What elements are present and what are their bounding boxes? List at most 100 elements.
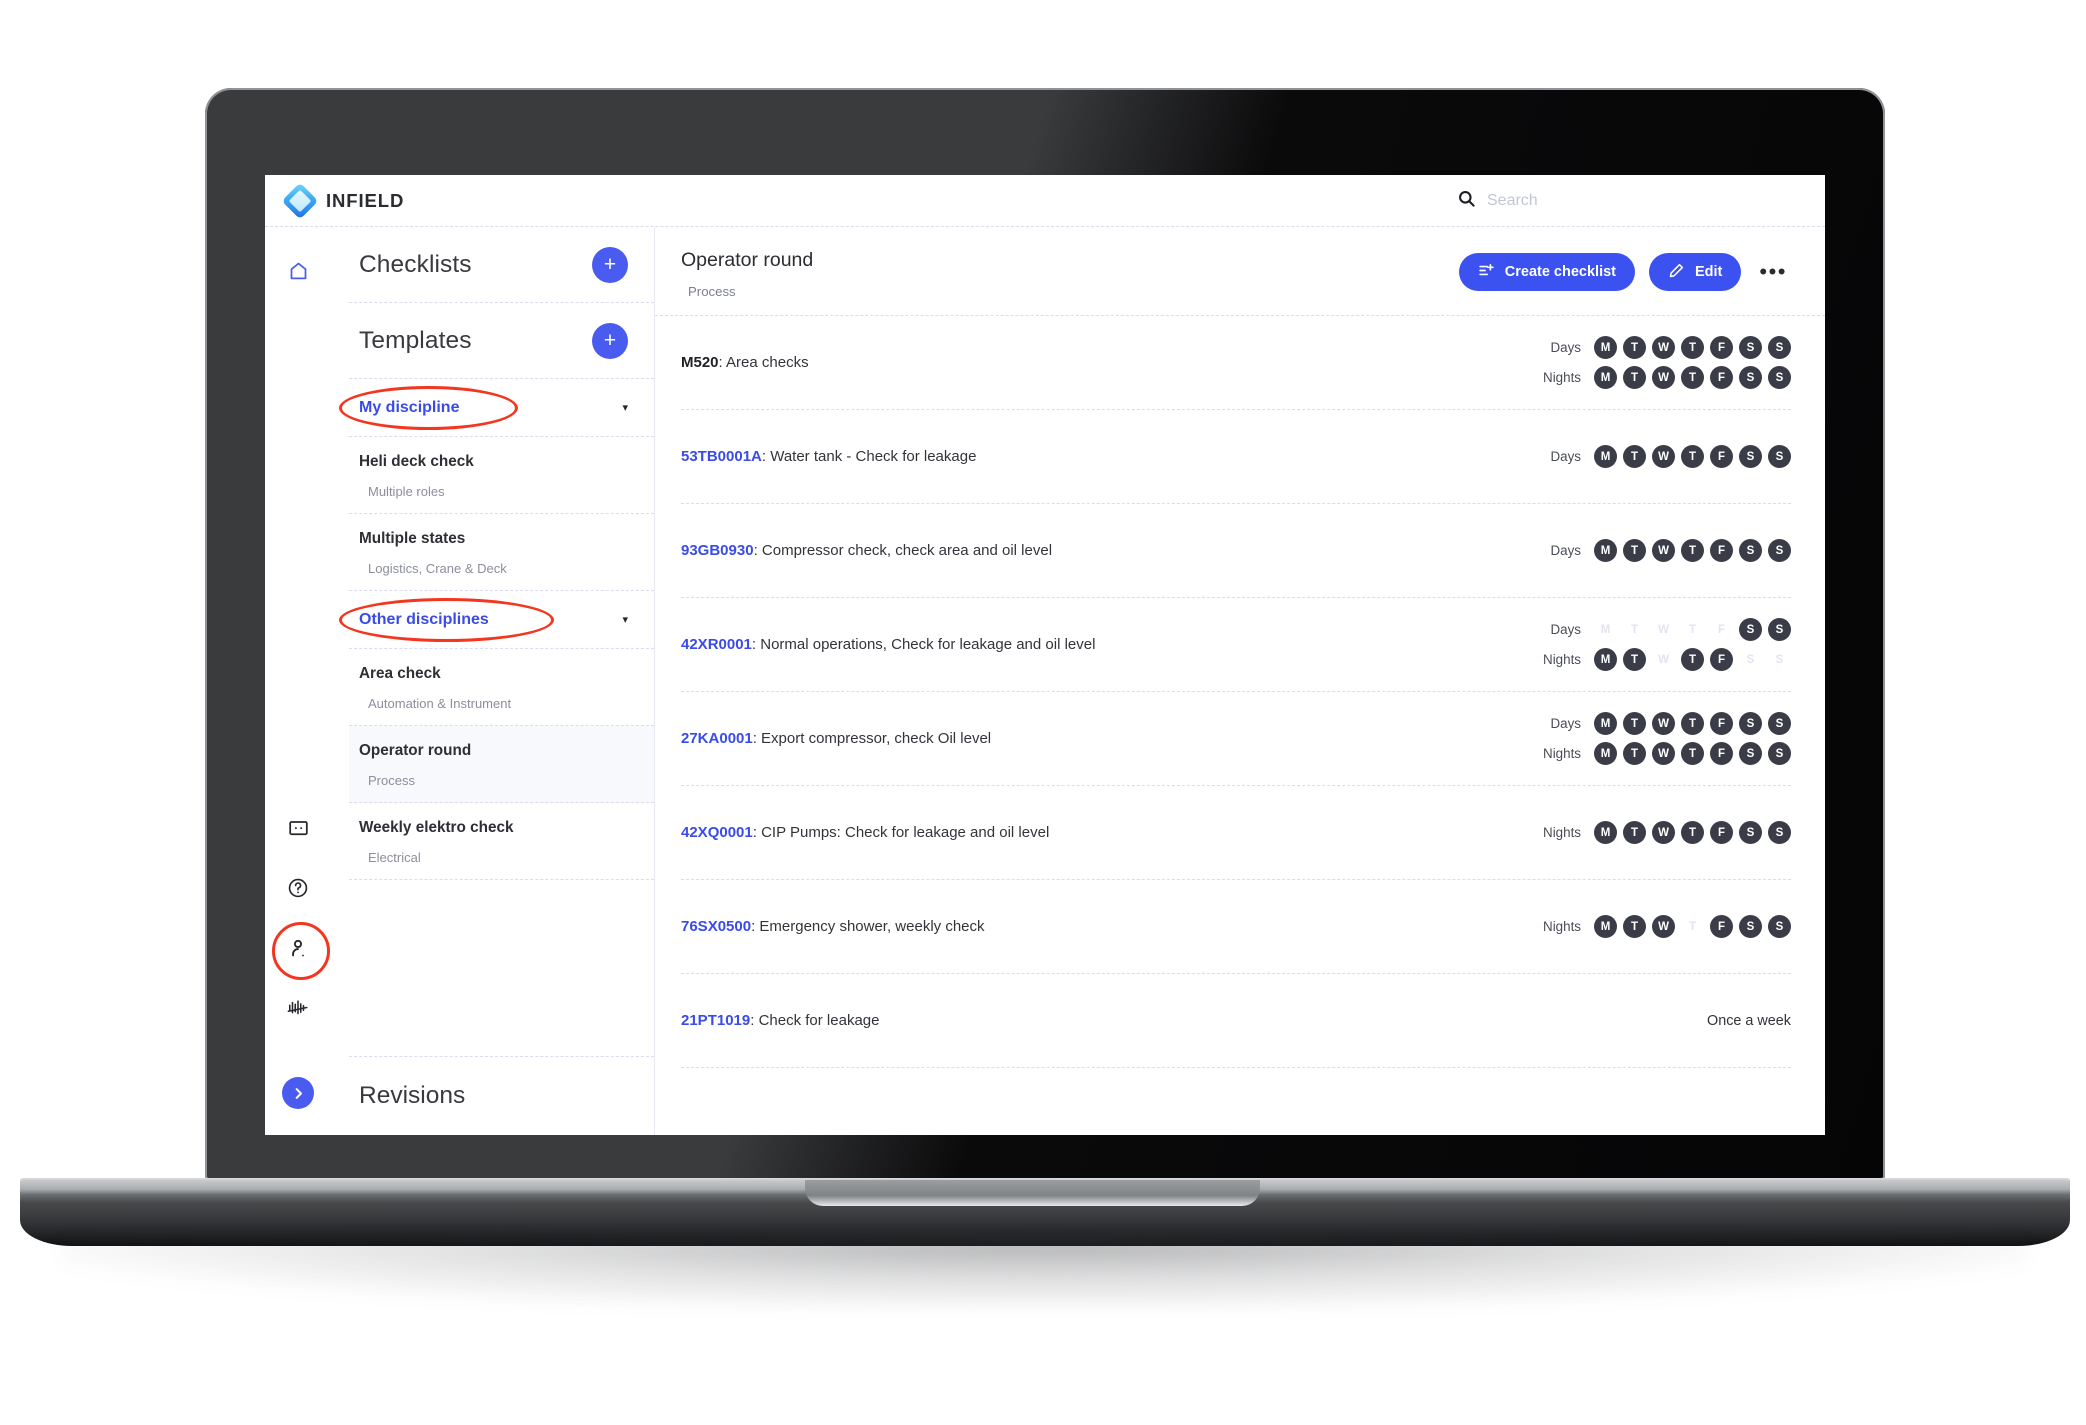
weekday-dot[interactable]: F: [1710, 821, 1733, 844]
weekday-dot[interactable]: S: [1768, 648, 1791, 671]
task-row[interactable]: 21PT1019: Check for leakage Once a week: [681, 974, 1791, 1068]
chevron-right-icon[interactable]: [282, 1077, 314, 1109]
weekday-dot[interactable]: F: [1710, 618, 1733, 641]
weekday-dot[interactable]: W: [1652, 915, 1675, 938]
weekday-dot[interactable]: S: [1739, 648, 1762, 671]
weekday-dot[interactable]: T: [1681, 742, 1704, 765]
person-icon[interactable]: [272, 922, 330, 980]
task-tag-link[interactable]: 42XR0001: [681, 636, 752, 653]
weekday-dot[interactable]: M: [1594, 712, 1617, 735]
weekday-dot[interactable]: T: [1623, 539, 1646, 562]
weekday-dot[interactable]: S: [1739, 539, 1762, 562]
task-tag-link[interactable]: 53TB0001A: [681, 448, 762, 465]
weekday-dot[interactable]: T: [1623, 821, 1646, 844]
weekday-dot[interactable]: W: [1652, 618, 1675, 641]
create-checklist-button[interactable]: Create checklist: [1458, 253, 1635, 291]
template-list-item[interactable]: Weekly elektro check Electrical: [349, 803, 654, 880]
task-row[interactable]: M520: Area checks Days M T W T F S S Nights M T W T F S…: [681, 316, 1791, 410]
weekday-dot[interactable]: F: [1710, 648, 1733, 671]
weekday-dot[interactable]: M: [1594, 445, 1617, 468]
task-row[interactable]: 42XR0001: Normal operations, Check for l…: [681, 598, 1791, 692]
weekday-dot[interactable]: S: [1768, 915, 1791, 938]
weekday-dot[interactable]: T: [1681, 712, 1704, 735]
discipline-group-header[interactable]: Other disciplines ▾: [339, 591, 654, 649]
search-bar[interactable]: [1457, 189, 1727, 213]
edit-button[interactable]: Edit: [1649, 253, 1742, 291]
weekday-dot[interactable]: M: [1594, 821, 1617, 844]
weekday-dot[interactable]: T: [1681, 366, 1704, 389]
weekday-dot[interactable]: T: [1681, 539, 1704, 562]
weekday-dot[interactable]: T: [1623, 366, 1646, 389]
weekday-dot[interactable]: S: [1739, 445, 1762, 468]
weekday-dot[interactable]: M: [1594, 618, 1617, 641]
weekday-dot[interactable]: S: [1768, 742, 1791, 765]
weekday-dot[interactable]: S: [1768, 821, 1791, 844]
weekday-dot[interactable]: W: [1652, 742, 1675, 765]
weekday-dot[interactable]: T: [1623, 712, 1646, 735]
weekday-dot[interactable]: T: [1681, 648, 1704, 671]
task-row[interactable]: 93GB0930: Compressor check, check area a…: [681, 504, 1791, 598]
weekday-dot[interactable]: S: [1739, 742, 1762, 765]
task-row[interactable]: 27KA0001: Export compressor, check Oil l…: [681, 692, 1791, 786]
add-template-button[interactable]: +: [592, 322, 628, 359]
weekday-dot[interactable]: F: [1710, 915, 1733, 938]
weekday-dot[interactable]: F: [1710, 366, 1733, 389]
help-circle-icon[interactable]: [281, 871, 315, 905]
weekday-dot[interactable]: W: [1652, 336, 1675, 359]
weekday-dot[interactable]: M: [1594, 915, 1617, 938]
weekday-dot[interactable]: T: [1623, 618, 1646, 641]
weekday-dot[interactable]: F: [1710, 539, 1733, 562]
weekday-dot[interactable]: S: [1739, 366, 1762, 389]
weekday-dot[interactable]: M: [1594, 648, 1617, 671]
weekday-dot[interactable]: S: [1768, 445, 1791, 468]
weekday-dot[interactable]: S: [1739, 915, 1762, 938]
weekday-dot[interactable]: W: [1652, 366, 1675, 389]
weekday-dot[interactable]: S: [1739, 821, 1762, 844]
weekday-dot[interactable]: T: [1623, 336, 1646, 359]
weekday-dot[interactable]: F: [1710, 445, 1733, 468]
weekday-dot[interactable]: F: [1710, 712, 1733, 735]
task-tag-link[interactable]: 76SX0500: [681, 918, 751, 935]
weekday-dot[interactable]: W: [1652, 445, 1675, 468]
search-input[interactable]: [1487, 191, 1727, 210]
template-list-item[interactable]: Operator round Process: [349, 726, 654, 803]
weekday-dot[interactable]: T: [1623, 915, 1646, 938]
weekday-dot[interactable]: T: [1681, 821, 1704, 844]
task-tag-link[interactable]: 21PT1019: [681, 1012, 750, 1029]
weekday-dot[interactable]: S: [1768, 712, 1791, 735]
weekday-dot[interactable]: S: [1768, 618, 1791, 641]
weekday-dot[interactable]: M: [1594, 336, 1617, 359]
revisions-header[interactable]: Revisions: [349, 1057, 654, 1135]
task-tag-link[interactable]: 93GB0930: [681, 542, 754, 559]
chevron-down-icon[interactable]: ▾: [622, 401, 628, 414]
brand[interactable]: INFIELD: [281, 182, 404, 219]
chat-bubble-icon[interactable]: [281, 811, 315, 845]
template-list-item[interactable]: Multiple states Logistics, Crane & Deck: [349, 514, 654, 591]
template-list-item[interactable]: Heli deck check Multiple roles: [349, 437, 654, 514]
analytics-bars-icon[interactable]: [281, 991, 315, 1025]
add-checklist-button[interactable]: +: [592, 246, 628, 283]
weekday-dot[interactable]: F: [1710, 336, 1733, 359]
weekday-dot[interactable]: M: [1594, 366, 1617, 389]
home-icon[interactable]: [281, 253, 315, 287]
weekday-dot[interactable]: T: [1623, 742, 1646, 765]
task-tag-link[interactable]: 27KA0001: [681, 730, 753, 747]
weekday-dot[interactable]: W: [1652, 539, 1675, 562]
weekday-dot[interactable]: S: [1739, 618, 1762, 641]
weekday-dot[interactable]: S: [1739, 712, 1762, 735]
weekday-dot[interactable]: T: [1681, 618, 1704, 641]
weekday-dot[interactable]: F: [1710, 742, 1733, 765]
task-row[interactable]: 53TB0001A: Water tank - Check for leakag…: [681, 410, 1791, 504]
weekday-dot[interactable]: T: [1623, 445, 1646, 468]
weekday-dot[interactable]: T: [1623, 648, 1646, 671]
weekday-dot[interactable]: T: [1681, 336, 1704, 359]
weekday-dot[interactable]: W: [1652, 648, 1675, 671]
template-list-item[interactable]: Area check Automation & Instrument: [349, 649, 654, 726]
weekday-dot[interactable]: M: [1594, 742, 1617, 765]
weekday-dot[interactable]: S: [1768, 366, 1791, 389]
chevron-down-icon[interactable]: ▾: [622, 613, 628, 626]
weekday-dot[interactable]: S: [1768, 336, 1791, 359]
ellipsis-icon[interactable]: •••: [1755, 261, 1791, 283]
weekday-dot[interactable]: W: [1652, 821, 1675, 844]
task-tag-link[interactable]: 42XQ0001: [681, 824, 753, 841]
